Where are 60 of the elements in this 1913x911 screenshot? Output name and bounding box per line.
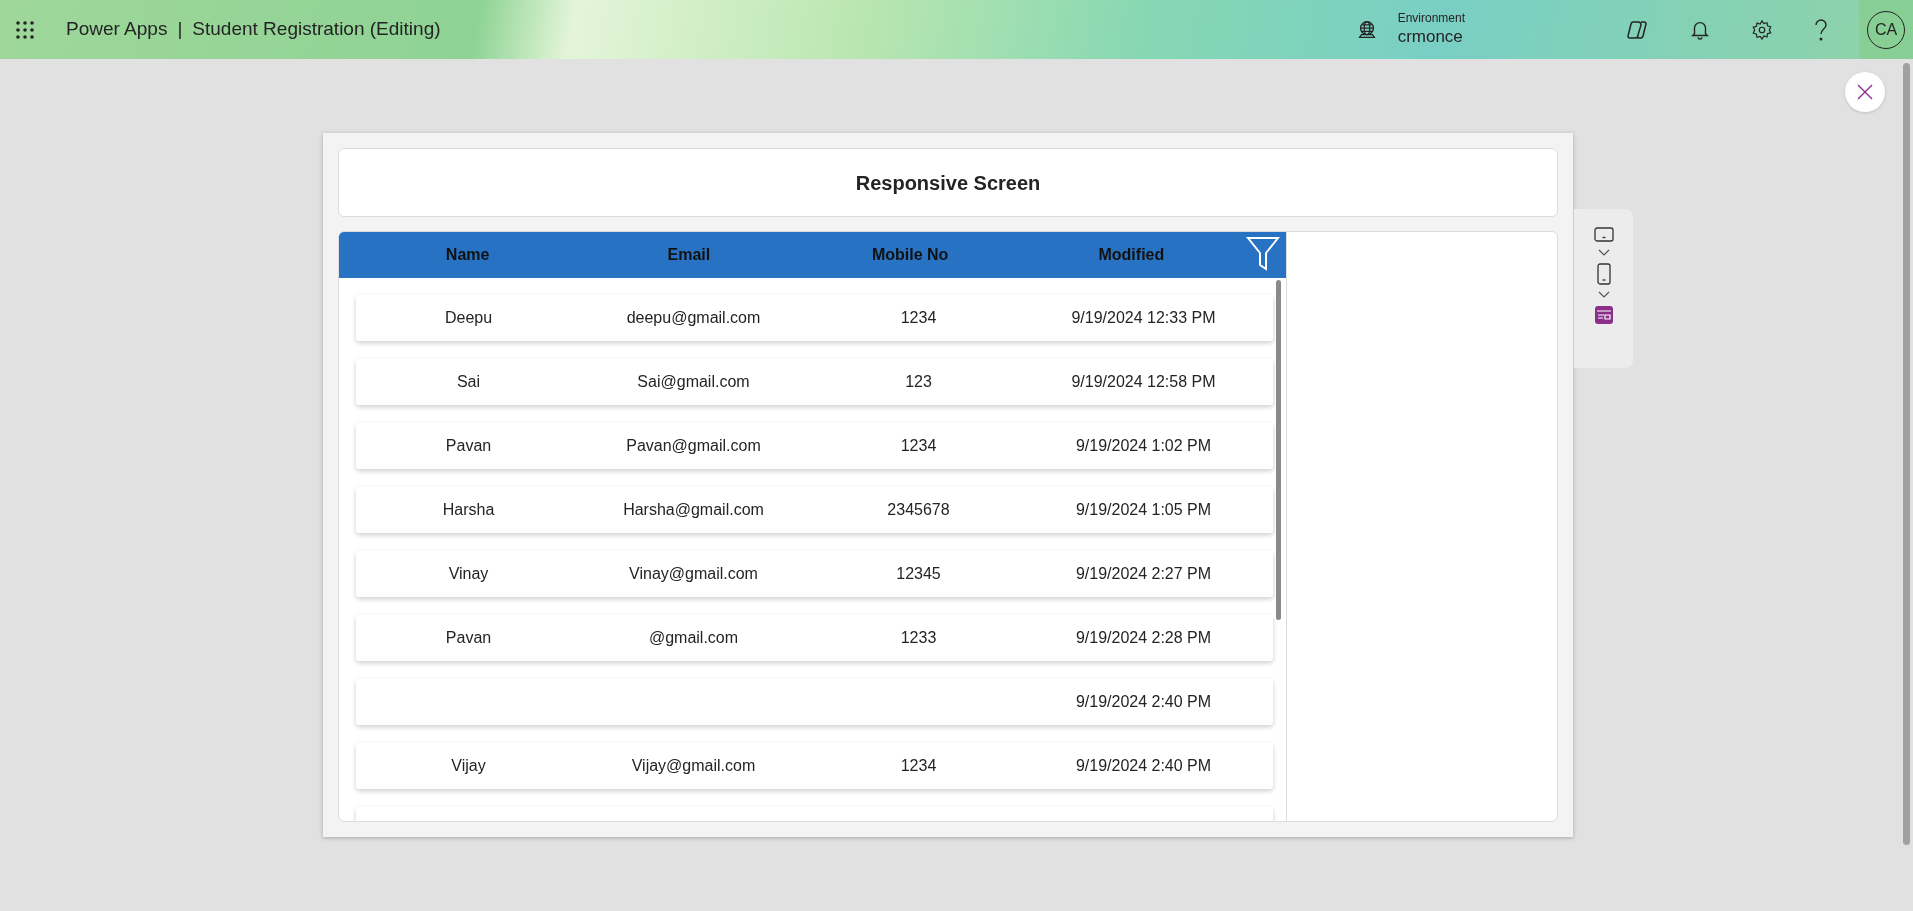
row-cell-text: 1233 <box>900 628 937 648</box>
row-cell-text: Sai@gmail.com <box>637 372 750 392</box>
row-cell-text: 9/19/2024 12:58 PM <box>1071 372 1216 392</box>
row-cell-text: Pavan@gmail.com <box>626 436 761 456</box>
row-cell-text: Harsha <box>442 500 495 520</box>
chevron-down-icon[interactable] <box>1597 291 1610 299</box>
row-cell-text: Vinay <box>448 564 489 584</box>
app-launcher-icon[interactable] <box>15 19 35 40</box>
column-header: Name <box>445 245 490 265</box>
tablet-layout-icon[interactable] <box>1593 227 1614 243</box>
gallery-row[interactable]: 9/19/2024 2:40 PM <box>356 679 1273 725</box>
environment-name: crmonce <box>1397 26 1464 48</box>
row-cell-text: 9/19/2024 2:40 PM <box>1075 692 1212 712</box>
column-header: Mobile No <box>871 245 949 265</box>
row-cell-text: Pavan <box>445 628 492 648</box>
gallery-row[interactable]: Pavan @gmail.com 1233 9/19/2024 2:28 PM <box>356 615 1273 661</box>
gallery-row[interactable]: Harsha Harsha@gmail.com 2345678 9/19/2024 1:05 PM <box>356 487 1273 533</box>
row-cell-text: 9/19/2024 2:28 PM <box>1075 628 1212 648</box>
layout-icon[interactable] <box>1593 305 1614 325</box>
row-cell-text: 2345678 <box>887 500 950 520</box>
row-cell-text: 9/19/2024 12:33 PM <box>1071 308 1216 328</box>
gallery-row[interactable]: Deepu deepu@gmail.com 1234 9/19/2024 12:33 PM <box>356 295 1273 341</box>
column-header: Modified <box>1098 245 1165 265</box>
gallery-row[interactable]: Vijay Vijay@gmail.com 1234 9/19/2024 2:40 PM <box>356 743 1273 789</box>
document-title: Student Registration (Editing) <box>192 17 441 42</box>
row-cell-text: 123 <box>905 372 932 392</box>
column-header: Email <box>667 245 711 265</box>
close-icon <box>1857 84 1873 100</box>
row-cell-text: Pavan <box>445 436 492 456</box>
row-cell-text: @gmail.com <box>648 628 739 648</box>
row-cell-text: 12345 <box>896 564 941 584</box>
gallery-row[interactable]: Pavan Pavan@gmail.com 1234 9/19/2024 1:02 PM <box>356 423 1273 469</box>
environment-picker[interactable]: Environment crmonce <box>1355 11 1465 48</box>
row-cell-text: 9/19/2024 2:40 PM <box>1075 756 1212 776</box>
row-cell-text: Sai <box>456 372 481 392</box>
phone-layout-icon[interactable] <box>1596 263 1611 285</box>
title-separator: | <box>177 17 183 42</box>
filter-icon[interactable] <box>1246 236 1280 272</box>
gallery-row[interactable]: Sai Sai@gmail.com 123 9/19/2024 12:58 PM <box>356 359 1273 405</box>
row-cell-text: 9/19/2024 2:27 PM <box>1075 564 1212 584</box>
row-cell-text: 1234 <box>900 308 937 328</box>
settings-icon[interactable] <box>1751 18 1773 41</box>
row-cell-text: deepu@gmail.com <box>626 308 761 328</box>
environment-label: Environment <box>1397 11 1465 27</box>
chevron-down-icon[interactable] <box>1597 249 1610 257</box>
row-cell-text: Vinay@gmail.com <box>629 564 758 584</box>
gallery-row[interactable]: Vinay Vinay@gmail.com 12345 9/19/2024 2:27 PM <box>356 551 1273 597</box>
app-name: Power Apps <box>66 17 168 42</box>
row-cell-text: Harsha@gmail.com <box>623 500 764 520</box>
row-cell-text: 9/19/2024 1:05 PM <box>1075 500 1212 520</box>
row-cell-text: Vijay@gmail.com <box>631 756 756 776</box>
scrollbar[interactable] <box>1276 280 1281 620</box>
row-cell-text: 9/19/2024 1:02 PM <box>1075 436 1212 456</box>
row-cell-text: Deepu <box>444 308 493 328</box>
row-cell-text: 1234 <box>900 756 937 776</box>
page-scrollbar[interactable] <box>1903 63 1910 845</box>
help-icon[interactable] <box>1813 17 1829 42</box>
row-cell-text: 1234 <box>900 436 937 456</box>
row-cell-text: Vijay <box>451 756 486 776</box>
screen-title: Responsive Screen <box>855 170 1041 196</box>
